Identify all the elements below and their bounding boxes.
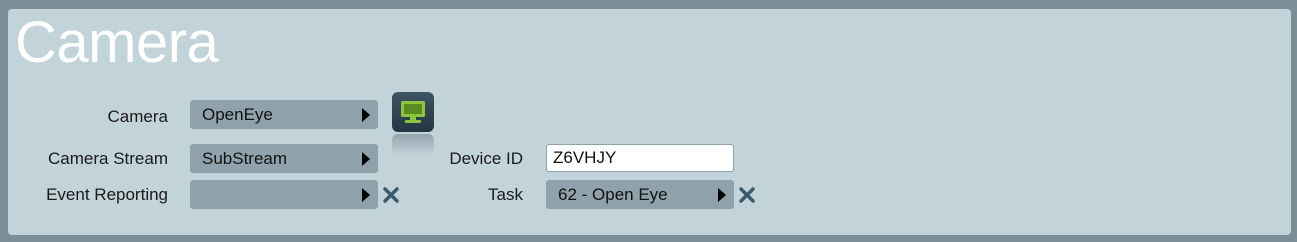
camera-panel: Camera Camera OpenEye Camera Stream SubS… [8,9,1291,235]
camera-label: Camera [107,107,168,126]
camera-stream-select-value: SubStream [202,149,288,168]
monitor-view-button[interactable] [392,92,434,132]
camera-stream-select[interactable]: SubStream [190,144,378,173]
event-reporting-label: Event Reporting [46,185,168,204]
camera-select-value: OpenEye [202,105,273,124]
triangle-right-icon [362,188,370,202]
task-label: Task [488,185,523,204]
task-select[interactable]: 62 - Open Eye [546,180,734,209]
device-id-input[interactable] [546,144,734,172]
camera-stream-label: Camera Stream [48,149,168,168]
camera-select[interactable]: OpenEye [190,100,378,129]
event-reporting-select[interactable] [190,180,378,209]
task-select-value: 62 - Open Eye [558,185,668,204]
triangle-right-icon [362,152,370,166]
monitor-icon [401,101,425,123]
device-id-label: Device ID [449,149,523,168]
page-title: Camera [15,10,219,75]
clear-task-icon[interactable] [738,186,756,204]
triangle-right-icon [362,108,370,122]
triangle-right-icon [718,188,726,202]
clear-event-reporting-icon[interactable] [382,186,400,204]
